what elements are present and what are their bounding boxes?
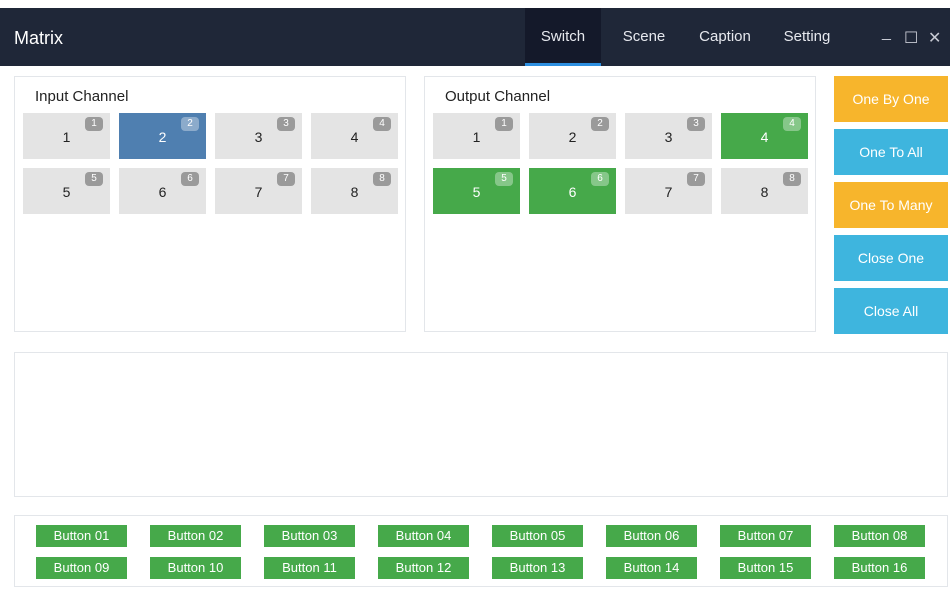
input-channel-5[interactable]: 5 5 [23,168,110,214]
channel-number: 2 [158,129,167,145]
input-channel-6[interactable]: 6 6 [119,168,206,214]
channel-badge: 4 [783,117,801,131]
input-channel-1[interactable]: 1 1 [23,113,110,159]
output-channel-4[interactable]: 4 4 [721,113,808,159]
close-one-button[interactable]: Close One [834,235,948,281]
one-to-many-button[interactable]: One To Many [834,182,948,228]
output-channel-8[interactable]: 8 8 [721,168,808,214]
output-channel-6[interactable]: 6 6 [529,168,616,214]
channel-badge: 1 [85,117,103,131]
channel-badge: 2 [181,117,199,131]
custom-button-04[interactable]: Button 04 [378,525,469,547]
custom-button-01[interactable]: Button 01 [36,525,127,547]
channel-number: 5 [62,184,71,200]
tab-scene[interactable]: Scene [612,8,676,66]
title-bar: Matrix Switch Scene Caption Setting _ ☐ … [0,8,950,66]
channel-number: 6 [568,184,577,200]
channel-number: 7 [254,184,263,200]
channel-number: 4 [760,129,769,145]
channel-number: 1 [472,129,481,145]
custom-buttons-panel: Button 01 Button 02 Button 03 Button 04 … [14,515,948,587]
channel-number: 4 [350,129,359,145]
input-channel-title: Input Channel [35,88,129,105]
custom-button-05[interactable]: Button 05 [492,525,583,547]
channel-number: 7 [664,184,673,200]
output-channel-5[interactable]: 5 5 [433,168,520,214]
output-channel-7[interactable]: 7 7 [625,168,712,214]
input-channel-8[interactable]: 8 8 [311,168,398,214]
app-title: Matrix [14,28,63,48]
channel-badge: 7 [277,172,295,186]
input-channel-3[interactable]: 3 3 [215,113,302,159]
channel-number: 8 [760,184,769,200]
channel-badge: 2 [591,117,609,131]
output-channel-1[interactable]: 1 1 [433,113,520,159]
close-icon[interactable]: ✕ [928,28,941,48]
custom-button-12[interactable]: Button 12 [378,557,469,579]
preview-area [14,352,948,497]
output-channel-3[interactable]: 3 3 [625,113,712,159]
custom-button-03[interactable]: Button 03 [264,525,355,547]
channel-badge: 5 [495,172,513,186]
input-channel-4[interactable]: 4 4 [311,113,398,159]
custom-button-02[interactable]: Button 02 [150,525,241,547]
one-to-all-button[interactable]: One To All [834,129,948,175]
output-channel-2[interactable]: 2 2 [529,113,616,159]
channel-badge: 7 [687,172,705,186]
input-channel-7[interactable]: 7 7 [215,168,302,214]
one-by-one-button[interactable]: One By One [834,76,948,122]
output-channel-panel: Output Channel 1 1 2 2 3 3 4 4 5 5 6 6 7… [424,76,816,332]
channel-badge: 4 [373,117,391,131]
channel-badge: 6 [181,172,199,186]
custom-button-14[interactable]: Button 14 [606,557,697,579]
channel-number: 3 [254,129,263,145]
tab-switch[interactable]: Switch [525,8,601,66]
channel-badge: 5 [85,172,103,186]
channel-badge: 8 [373,172,391,186]
custom-button-06[interactable]: Button 06 [606,525,697,547]
custom-button-16[interactable]: Button 16 [834,557,925,579]
custom-button-09[interactable]: Button 09 [36,557,127,579]
custom-button-15[interactable]: Button 15 [720,557,811,579]
channel-number: 8 [350,184,359,200]
close-all-button[interactable]: Close All [834,288,948,334]
custom-button-10[interactable]: Button 10 [150,557,241,579]
channel-badge: 8 [783,172,801,186]
minimize-icon[interactable]: _ [882,24,891,42]
channel-badge: 6 [591,172,609,186]
channel-number: 2 [568,129,577,145]
tab-caption[interactable]: Caption [690,8,760,66]
maximize-icon[interactable]: ☐ [904,28,918,48]
channel-badge: 3 [687,117,705,131]
channel-number: 5 [472,184,481,200]
custom-button-07[interactable]: Button 07 [720,525,811,547]
output-channel-title: Output Channel [445,88,551,105]
channel-badge: 3 [277,117,295,131]
input-channel-panel: Input Channel 1 1 2 2 3 3 4 4 5 5 6 6 7 … [14,76,406,332]
input-channel-2[interactable]: 2 2 [119,113,206,159]
custom-button-11[interactable]: Button 11 [264,557,355,579]
channel-number: 3 [664,129,673,145]
tab-setting[interactable]: Setting [774,8,840,66]
custom-button-13[interactable]: Button 13 [492,557,583,579]
channel-badge: 1 [495,117,513,131]
channel-number: 1 [62,129,71,145]
channel-number: 6 [158,184,167,200]
custom-button-08[interactable]: Button 08 [834,525,925,547]
